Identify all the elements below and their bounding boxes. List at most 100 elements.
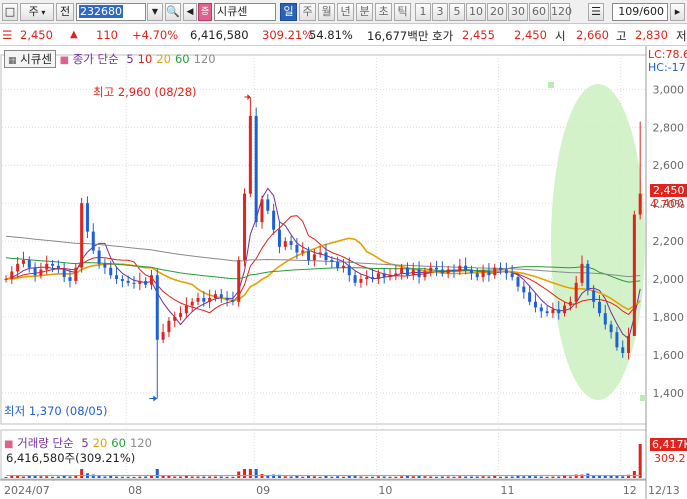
candle-body: [39, 269, 43, 276]
volume-bar: [621, 476, 625, 478]
x-tick-label: 10: [378, 484, 392, 497]
candle-body: [580, 263, 584, 283]
volume-bar: [551, 476, 555, 478]
interval-button[interactable]: 10: [466, 3, 486, 21]
speaker-icon[interactable]: ◀: [183, 3, 197, 21]
chart-tab-icon: ▦: [8, 56, 17, 66]
current-price: 2,450: [20, 28, 53, 42]
volume-bar: [522, 476, 526, 478]
signal-marker: [548, 82, 554, 88]
candle-body: [202, 298, 206, 302]
price-chart[interactable]: 1,4001,6001,8002,0002,2002,4002,6002,800…: [0, 46, 687, 499]
candle-body: [615, 332, 619, 348]
period-button[interactable]: 초: [375, 3, 392, 21]
volume-bar: [196, 476, 200, 478]
volume-bar: [184, 476, 188, 478]
volume-ma-period-label: 5: [81, 436, 89, 450]
candle-body: [475, 273, 479, 278]
volume-bar: [568, 476, 572, 478]
candle-body: [115, 275, 119, 280]
volume-bar: [16, 476, 20, 478]
candle-body: [243, 193, 247, 261]
interval-button[interactable]: 120: [550, 3, 572, 21]
volume-bar: [563, 476, 567, 478]
candle-body: [272, 210, 276, 230]
volume-bar: [365, 476, 369, 478]
x-tick-label: 12/13: [648, 484, 680, 497]
period-button[interactable]: 분: [356, 3, 373, 21]
market-select-value: 주: [28, 5, 39, 18]
y-tick-label: 2,000: [653, 273, 685, 286]
interval-button[interactable]: 30: [508, 3, 528, 21]
chart-area[interactable]: 1,400 1,600 1,800 2,000 2,200 2,400 2,600 2,800…: [0, 46, 687, 499]
search-icon[interactable]: 🔍: [165, 3, 181, 21]
interval-button[interactable]: 1: [415, 3, 431, 21]
candle-body: [568, 301, 572, 306]
volume-bar: [330, 476, 334, 478]
volume-bar: [4, 477, 8, 478]
volume-bar: [179, 476, 183, 478]
candle-body: [382, 273, 386, 278]
period-button[interactable]: 월: [318, 3, 335, 21]
more-icon[interactable]: ▸: [670, 3, 685, 21]
volume-bar: [435, 476, 439, 478]
volume-bar: [371, 476, 375, 478]
interval-button[interactable]: 20: [487, 3, 507, 21]
chart-name-tab[interactable]: ▦ 시큐센: [4, 50, 56, 68]
stock-code-input[interactable]: 232680: [76, 3, 146, 21]
volume-bar: [359, 476, 363, 478]
interval-button[interactable]: 5: [449, 3, 465, 21]
volume-ratio: 309.21%: [262, 28, 314, 42]
volume-bar: [510, 476, 514, 478]
candle-body: [179, 313, 183, 317]
menu-icon[interactable]: ☰: [2, 28, 12, 42]
credit-badge: 증: [198, 3, 212, 21]
candle-body: [167, 320, 171, 333]
y-tick-label: 3,000: [653, 83, 685, 96]
candle-body: [45, 263, 49, 270]
candle-body: [289, 241, 293, 245]
candle-body: [440, 269, 444, 274]
period-button[interactable]: 주: [299, 3, 316, 21]
chart-type-button[interactable]: 전: [56, 3, 74, 21]
market-select[interactable]: 주 ▾: [20, 3, 54, 21]
volume-bar: [208, 476, 212, 478]
volume-bar: [429, 476, 433, 478]
volume-side-pct: 309.2: [654, 452, 686, 465]
candle-body: [301, 250, 305, 253]
current-pct-tag: 4.70%: [650, 198, 685, 211]
chart-settings-icon[interactable]: □: [2, 3, 18, 21]
volume-bar: [115, 476, 119, 478]
indicator-icon: ■: [59, 55, 70, 66]
interval-button[interactable]: 60: [529, 3, 549, 21]
ma-period-label: 60: [174, 52, 190, 66]
volume-bar: [516, 475, 520, 478]
candle-body: [336, 261, 340, 268]
candle-body: [277, 229, 281, 247]
period-button[interactable]: 년: [337, 3, 354, 21]
volume-value: 6,416,580: [190, 28, 249, 42]
candle-body: [254, 115, 258, 223]
candle-body: [295, 244, 299, 253]
volume-bar: [336, 476, 340, 478]
volume-bar: [80, 469, 84, 478]
price-change-pct: +4.70%: [132, 28, 179, 42]
period-button[interactable]: 틱: [394, 3, 411, 21]
volume-legend: ■ 거래량 단순 5 20 60 120: [4, 435, 152, 451]
volume-bar: [10, 476, 14, 478]
data-count-field[interactable]: 109/600: [612, 3, 668, 21]
volume-bar: [213, 476, 217, 478]
up-arrow-icon: ▲: [70, 29, 78, 40]
settings-icon[interactable]: ☰: [588, 3, 604, 21]
interval-button[interactable]: 3: [432, 3, 448, 21]
candle-body: [435, 267, 439, 270]
candle-body: [74, 267, 78, 281]
turnover-rate: 54.81%: [309, 28, 353, 42]
candle-body: [627, 335, 631, 353]
ma-legend-label: 종가 단순: [72, 52, 119, 66]
code-dropdown-icon[interactable]: ▼: [147, 3, 163, 21]
volume-bar: [219, 476, 223, 478]
candle-body: [51, 263, 55, 266]
volume-bar: [481, 476, 485, 478]
period-button[interactable]: 일: [280, 3, 297, 21]
